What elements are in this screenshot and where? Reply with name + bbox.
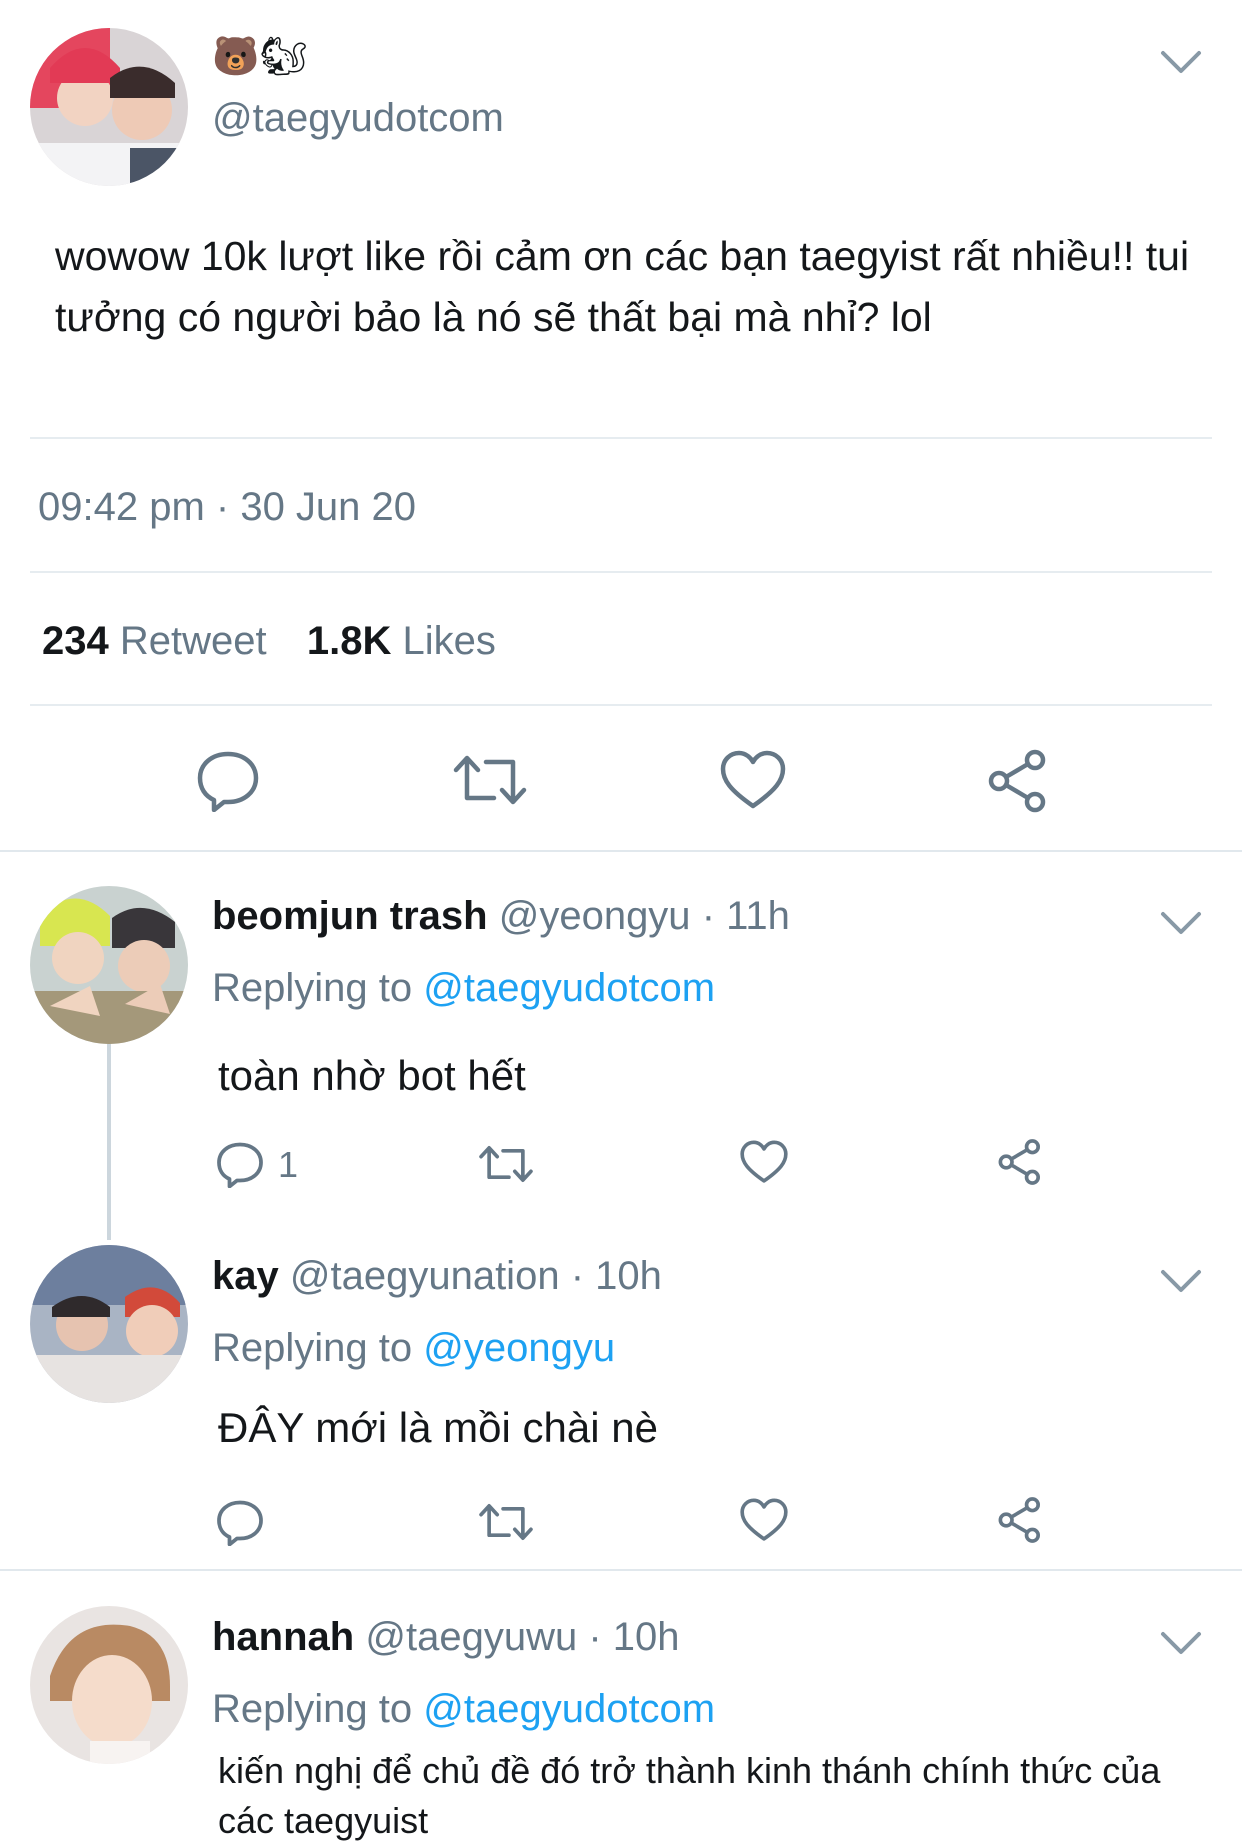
divider — [30, 437, 1212, 439]
chevron-down-icon[interactable] — [1158, 908, 1204, 938]
likes-label[interactable]: Likes — [403, 619, 496, 663]
avatar-taegyuwu[interactable] — [30, 1606, 188, 1764]
chevron-down-icon[interactable] — [1158, 1266, 1204, 1296]
reply-header: kay @taegyunation · 10h — [212, 1250, 662, 1302]
replying-to-link[interactable]: @taegyudotcom — [423, 966, 715, 1010]
divider — [30, 571, 1212, 573]
reply-time: · 11h — [701, 894, 790, 938]
replying-to: Replying to @taegyudotcom — [212, 962, 715, 1014]
thread-line — [107, 1040, 111, 1240]
divider — [0, 850, 1242, 852]
retweet-icon[interactable] — [478, 1142, 534, 1186]
reply-count: 1 — [278, 1144, 299, 1185]
reply-time: · 10h — [588, 1615, 680, 1659]
retweet-icon[interactable] — [478, 1500, 534, 1544]
avatar-taegyudotcom[interactable] — [30, 28, 188, 186]
like-icon[interactable] — [740, 1140, 788, 1184]
share-icon[interactable] — [985, 748, 1051, 814]
author-emojis: 🐻🐿 — [212, 34, 308, 78]
replying-label: Replying to — [212, 1687, 413, 1731]
reply-icon[interactable] — [216, 1140, 264, 1188]
chevron-down-icon[interactable] — [1158, 1628, 1204, 1658]
avatar-taegyunation[interactable] — [30, 1245, 188, 1403]
tweet-timestamp: 09:42 pm · 30 Jun 20 — [38, 485, 417, 529]
reply-author-handle[interactable]: @yeongyu — [499, 894, 691, 938]
tweet-stats: 234 Retweet 1.8K Likes — [42, 615, 496, 667]
share-icon[interactable] — [996, 1138, 1044, 1186]
like-icon[interactable] — [720, 750, 786, 810]
reply-text: ĐÂY mới là mồi chài nè — [218, 1404, 658, 1451]
reply-text: kiến nghị để chủ đề đó trở thành kinh th… — [218, 1750, 1161, 1841]
likes-count[interactable]: 1.8K — [307, 619, 392, 663]
replying-to: Replying to @yeongyu — [212, 1322, 615, 1374]
reply-author-name[interactable]: beomjun trash — [212, 894, 488, 938]
replying-label: Replying to — [212, 966, 413, 1010]
retweet-count[interactable]: 234 — [42, 619, 109, 663]
reply-author-handle[interactable]: @taegyunation — [290, 1254, 560, 1298]
reply-header: beomjun trash @yeongyu · 11h — [212, 890, 790, 942]
replying-to: Replying to @taegyudotcom — [212, 1683, 715, 1735]
replying-to-link[interactable]: @taegyudotcom — [423, 1687, 715, 1731]
divider — [0, 1569, 1242, 1571]
author-handle[interactable]: @taegyudotcom — [212, 92, 504, 144]
avatar-yeongyu[interactable] — [30, 886, 188, 1044]
reply-time: · 10h — [570, 1254, 662, 1298]
like-icon[interactable] — [740, 1498, 788, 1542]
reply-author-name[interactable]: hannah — [212, 1615, 354, 1659]
reply-author-handle[interactable]: @taegyuwu — [365, 1615, 577, 1659]
retweet-label[interactable]: Retweet — [120, 619, 267, 663]
reply-text: toàn nhờ bot hết — [218, 1052, 526, 1099]
share-icon[interactable] — [996, 1496, 1044, 1544]
divider — [30, 704, 1212, 706]
chevron-down-icon[interactable] — [1158, 47, 1204, 77]
reply-icon[interactable] — [216, 1498, 264, 1546]
reply-header: hannah @taegyuwu · 10h — [212, 1611, 680, 1663]
tweet-text: wowow 10k lượt like rồi cảm ơn các bạn t… — [55, 233, 1190, 340]
retweet-icon[interactable] — [452, 750, 528, 810]
reply-icon[interactable] — [196, 748, 260, 812]
reply-author-name[interactable]: kay — [212, 1254, 279, 1298]
replying-to-link[interactable]: @yeongyu — [423, 1326, 615, 1370]
replying-label: Replying to — [212, 1326, 413, 1370]
